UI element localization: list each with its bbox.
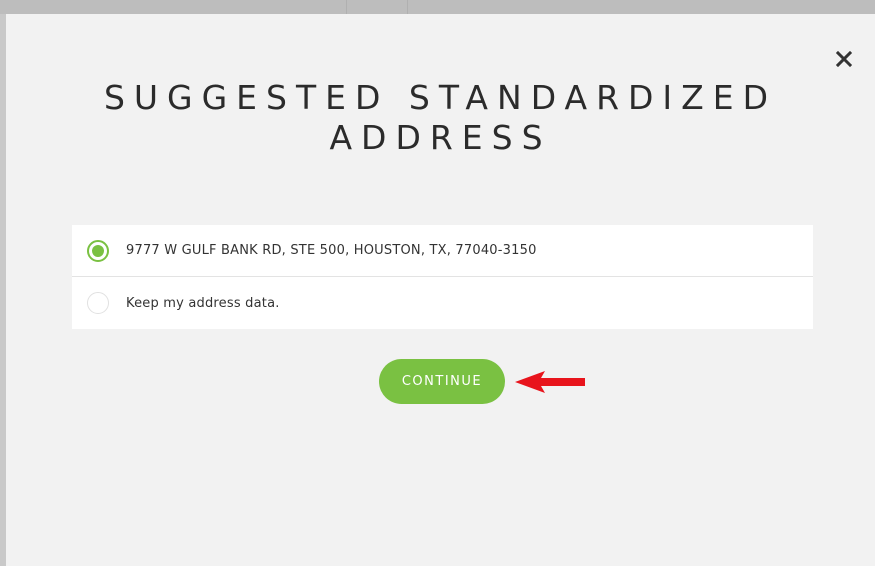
option-label-suggested: 9777 W GULF BANK RD, STE 500, HOUSTON, T…	[126, 243, 537, 258]
dialog-title-line1: SUGGESTED STANDARDIZED	[103, 78, 778, 117]
background-page-bar	[0, 0, 875, 14]
red-arrow-left-icon	[515, 371, 585, 393]
radio-dot	[92, 244, 104, 257]
dialog-title-line2: ADDRESS	[329, 118, 552, 157]
option-keep-address[interactable]: Keep my address data.	[72, 276, 813, 329]
close-icon	[836, 51, 852, 67]
dialog-title: SUGGESTED STANDARDIZED ADDRESS	[6, 78, 875, 158]
background-segment	[0, 0, 347, 14]
address-options: 9777 W GULF BANK RD, STE 500, HOUSTON, T…	[72, 225, 813, 329]
continue-button[interactable]: CONTINUE	[379, 359, 505, 404]
address-dialog: SUGGESTED STANDARDIZED ADDRESS 9777 W GU…	[6, 14, 875, 566]
radio-button-unselected[interactable]	[87, 292, 109, 314]
close-button[interactable]	[833, 48, 855, 70]
background-segment	[347, 0, 408, 14]
option-suggested-address[interactable]: 9777 W GULF BANK RD, STE 500, HOUSTON, T…	[72, 225, 813, 276]
option-label-keep: Keep my address data.	[126, 295, 280, 311]
radio-button-selected[interactable]	[87, 239, 109, 262]
